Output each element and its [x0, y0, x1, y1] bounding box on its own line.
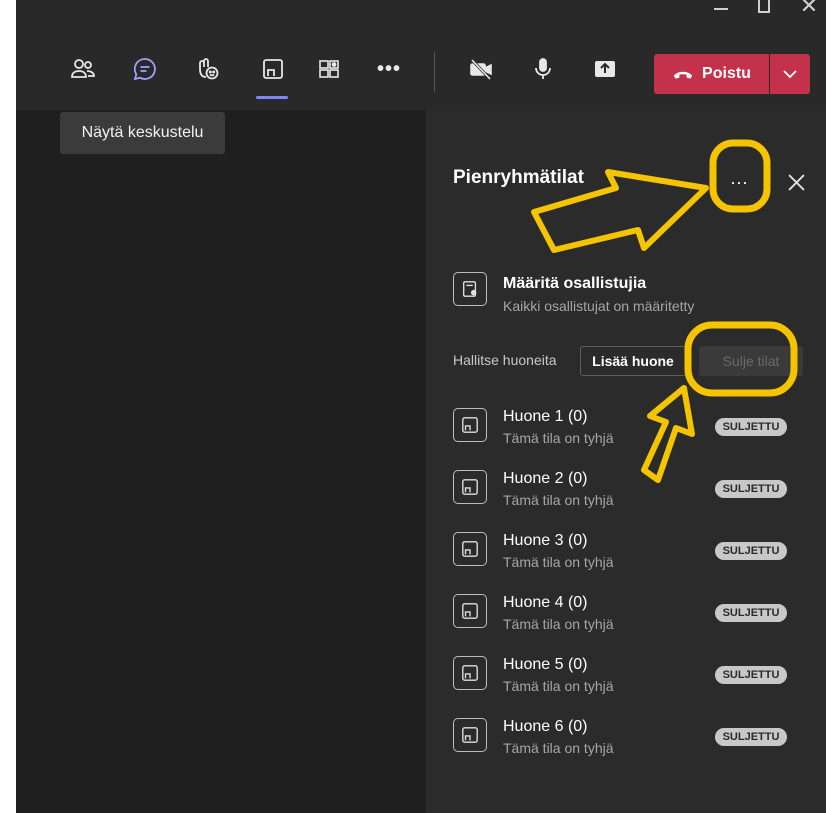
room-name: Huone 3 (0)	[503, 532, 588, 549]
assign-participants-title: Määritä osallistujia	[503, 275, 647, 292]
room-status: Tämä tila on tyhjä	[503, 740, 614, 756]
room-item-1[interactable]: Huone 1 (0) Tämä tila on tyhjä SULJETTU	[453, 408, 823, 470]
add-room-button[interactable]: Lisää huone	[580, 346, 686, 376]
breakout-rooms-icon[interactable]	[256, 52, 290, 86]
title-bar: ✕	[16, 0, 826, 34]
room-name: Huone 6 (0)	[503, 718, 588, 735]
room-status: Tämä tila on tyhjä	[503, 616, 614, 632]
assign-participants-row[interactable]: Määritä osallistujia Kaikki osallistujat…	[453, 272, 813, 318]
room-status: Tämä tila on tyhjä	[503, 430, 614, 446]
room-item-4[interactable]: Huone 4 (0) Tämä tila on tyhjä SULJETTU	[453, 594, 823, 656]
manage-rooms-row: Hallitse huoneita Lisää huone Sulje tila…	[453, 346, 823, 378]
room-status: Tämä tila on tyhjä	[503, 678, 614, 694]
room-name: Huone 1 (0)	[503, 408, 588, 425]
breakout-rooms-panel: Pienryhmätilat ··· Määritä osallistujia …	[426, 110, 826, 813]
leave-button[interactable]: Poistu	[654, 54, 769, 94]
minimize-icon[interactable]	[706, 0, 736, 26]
status-badge: SULJETTU	[715, 604, 787, 622]
close-rooms-button[interactable]: Sulje tilat	[699, 346, 803, 376]
chat-icon[interactable]	[128, 52, 162, 86]
room-status: Tämä tila on tyhjä	[503, 554, 614, 570]
panel-title: Pienryhmätilat	[453, 167, 584, 188]
close-icon	[787, 173, 805, 191]
room-icon	[453, 470, 487, 504]
chevron-down-icon	[783, 70, 797, 78]
room-item-6[interactable]: Huone 6 (0) Tämä tila on tyhjä SULJETTU	[453, 718, 823, 780]
manage-rooms-label: Hallitse huoneita	[453, 352, 557, 368]
maximize-icon[interactable]	[750, 0, 780, 26]
room-name: Huone 2 (0)	[503, 470, 588, 487]
room-name: Huone 4 (0)	[503, 594, 588, 611]
share-icon[interactable]	[588, 52, 622, 86]
meeting-toolbar: ••• Poistu	[16, 34, 826, 110]
room-icon	[453, 718, 487, 752]
room-status: Tämä tila on tyhjä	[503, 492, 614, 508]
status-badge: SULJETTU	[715, 418, 787, 436]
assign-participants-subtitle: Kaikki osallistujat on määritetty	[503, 298, 695, 314]
status-badge: SULJETTU	[715, 480, 787, 498]
meeting-window: ✕ ••• Poistu Näytä keskustelu Pienryhmät…	[16, 0, 826, 813]
leave-options-button[interactable]	[770, 54, 810, 94]
close-window-icon[interactable]: ✕	[794, 0, 824, 26]
people-icon[interactable]	[66, 52, 100, 86]
status-badge: SULJETTU	[715, 666, 787, 684]
microphone-icon[interactable]	[526, 52, 560, 86]
room-icon	[453, 408, 487, 442]
more-icon[interactable]: •••	[372, 52, 406, 86]
room-icon	[453, 594, 487, 628]
panel-close-button[interactable]	[782, 162, 810, 202]
active-tab-indicator	[256, 96, 288, 99]
leave-label: Poistu	[702, 65, 751, 82]
room-icon	[453, 532, 487, 566]
room-name: Huone 5 (0)	[503, 656, 588, 673]
reactions-icon[interactable]	[190, 52, 224, 86]
room-list: Huone 1 (0) Tämä tila on tyhjä SULJETTU …	[453, 408, 823, 780]
room-icon	[453, 656, 487, 690]
status-badge: SULJETTU	[715, 728, 787, 746]
toolbar-divider	[434, 52, 435, 92]
panel-more-options-button[interactable]: ···	[719, 162, 759, 202]
assign-participants-icon	[453, 272, 487, 306]
apps-icon[interactable]	[312, 52, 346, 86]
chat-tooltip: Näytä keskustelu	[60, 112, 225, 154]
camera-off-icon[interactable]	[464, 52, 498, 86]
room-item-2[interactable]: Huone 2 (0) Tämä tila on tyhjä SULJETTU	[453, 470, 823, 532]
room-item-5[interactable]: Huone 5 (0) Tämä tila on tyhjä SULJETTU	[453, 656, 823, 718]
room-item-3[interactable]: Huone 3 (0) Tämä tila on tyhjä SULJETTU	[453, 532, 823, 594]
hang-up-icon	[673, 71, 693, 79]
status-badge: SULJETTU	[715, 542, 787, 560]
